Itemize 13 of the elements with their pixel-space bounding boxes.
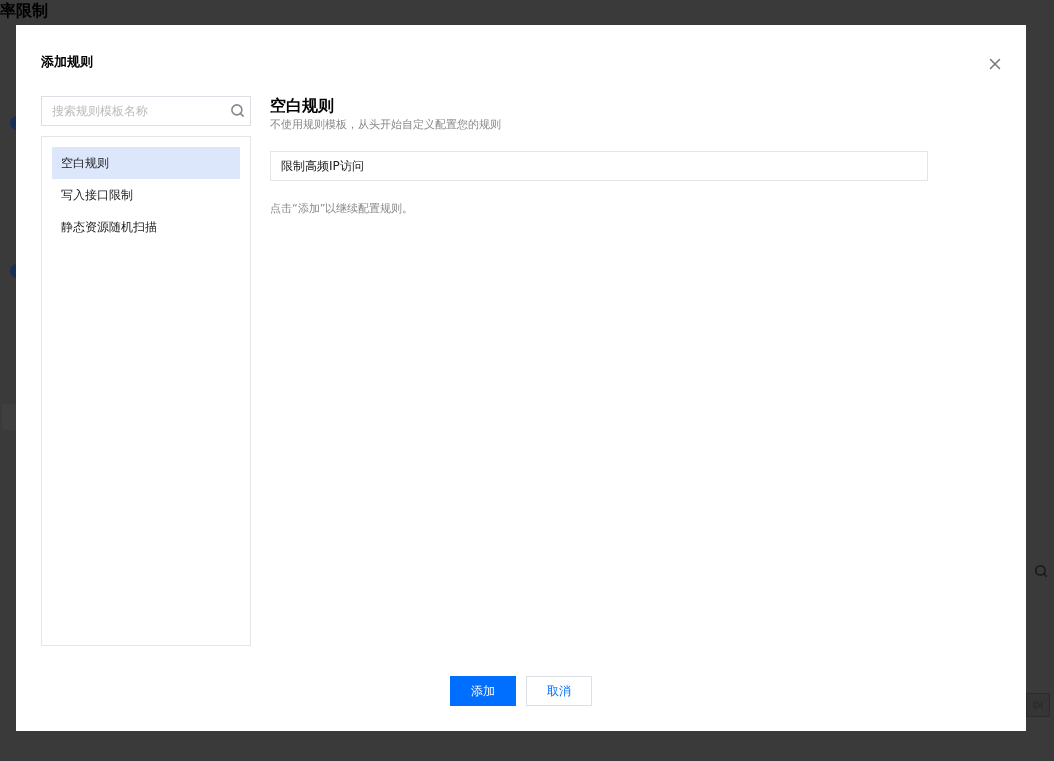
template-item[interactable]: 写入接口限制 [52, 179, 240, 211]
add-button[interactable]: 添加 [450, 676, 516, 706]
template-title: 空白规则 [270, 95, 334, 117]
template-item[interactable]: 静态资源随机扫描 [52, 211, 240, 243]
dialog-title: 添加规则 [41, 53, 93, 71]
search-field[interactable]: 搜索规则模板名称 [41, 96, 251, 126]
hint-text: 点击“添加”以继续配置规则。 [270, 201, 414, 217]
page-title: 率限制 [0, 0, 48, 22]
cancel-button[interactable]: 取消 [526, 676, 592, 706]
template-item[interactable]: 空白规则 [52, 147, 240, 179]
rule-name-field[interactable]: 限制高频IP访问 [270, 151, 928, 181]
search-icon[interactable] [230, 103, 245, 118]
template-description: 不使用规则模板，从头开始自定义配置您的规则 [270, 117, 501, 133]
